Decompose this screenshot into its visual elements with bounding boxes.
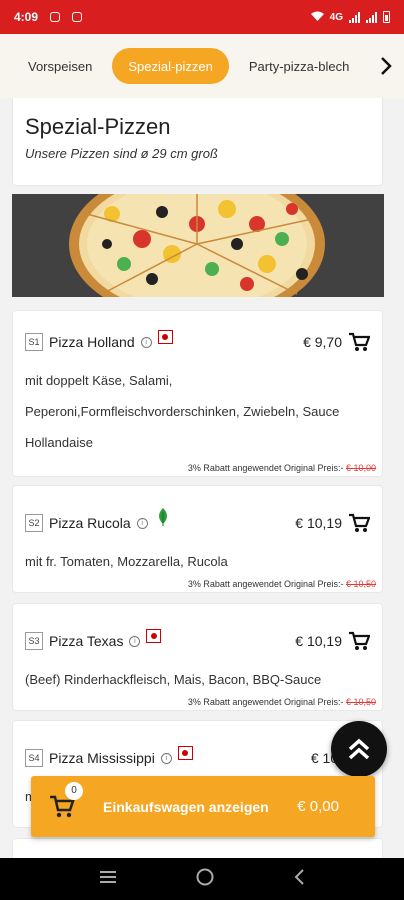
item-price: € 10,19	[295, 633, 342, 649]
cart-count-badge: 0	[65, 781, 83, 800]
section-header: Spezial-Pizzen Unsere Pizzen sind ø 29 c…	[12, 98, 383, 186]
item-number: S1	[25, 333, 43, 351]
cart-total: € 0,00	[297, 798, 339, 815]
discount-text: 3% Rabatt angewendet Original Preis:-	[187, 579, 346, 589]
discount-note: 3% Rabatt angewendet Original Preis:- € …	[188, 579, 376, 589]
home-nav-icon[interactable]	[195, 867, 215, 892]
menu-item-pizza-rucola[interactable]: S2 Pizza Rucola i € 10,19 mit fr. Tomate…	[12, 485, 383, 593]
meat-icon	[157, 330, 173, 344]
description-line: Hollandaise	[25, 435, 93, 450]
info-icon[interactable]: i	[140, 336, 152, 348]
item-description: mit doppelt Käse, Salami, Peperoni,Formf…	[25, 365, 370, 458]
cart-label: Einkaufswagen anzeigen	[103, 798, 269, 815]
category-tabs: Vorspeisen Spezial-pizzen Party-pizza-bl…	[0, 34, 404, 98]
discount-text: 3% Rabatt angewendet Original Preis:-	[187, 697, 346, 707]
tab-spezial-pizzen[interactable]: Spezial-pizzen	[112, 48, 229, 84]
view-cart-button[interactable]: 0 Einkaufswagen anzeigen € 0,00	[31, 776, 375, 837]
scroll-to-top-button[interactable]	[331, 721, 387, 777]
app-notification-icon	[72, 12, 83, 22]
item-name: Pizza Holland	[49, 334, 135, 350]
notification-icon	[50, 12, 61, 22]
pizza-banner-image	[12, 194, 384, 297]
menu-item-pizza-holland[interactable]: S1 Pizza Holland i € 9,70 mit doppelt Kä…	[12, 310, 383, 477]
menu-item-pizza-texas[interactable]: S3 Pizza Texas i € 10,19 (Beef) Rinderha…	[12, 603, 383, 711]
cart-icon	[349, 513, 370, 532]
description-line: Peperoni,Formfleischvorderschinken, Zwie…	[25, 404, 340, 419]
discount-text: 3% Rabatt angewendet Original Preis:-	[187, 463, 346, 473]
discount-note: 3% Rabatt angewendet Original Preis:- € …	[188, 697, 376, 707]
cart-icon-container: 0	[47, 781, 83, 822]
menu-nav-icon[interactable]	[98, 869, 118, 890]
item-name: Pizza Rucola	[49, 515, 131, 531]
item-price: € 10,19	[295, 515, 342, 531]
wifi-icon	[310, 11, 324, 24]
description-line: (Beef) Rinderhackfleisch, Mais, Bacon, B…	[25, 672, 322, 687]
original-price: € 10,50	[345, 579, 376, 589]
chevron-right-icon	[381, 57, 392, 75]
meat-icon	[177, 746, 193, 760]
status-time: 4:09	[14, 10, 39, 24]
cart-icon	[349, 631, 370, 650]
double-chevron-up-icon	[348, 738, 370, 760]
add-to-cart-button[interactable]	[348, 512, 370, 534]
tab-vorspeisen[interactable]: Vorspeisen	[12, 48, 108, 84]
vegetarian-leaf-icon	[156, 507, 170, 531]
tab-party-pizza-blech[interactable]: Party-pizza-blech	[233, 48, 365, 84]
section-subtitle: Unsere Pizzen sind ø 29 cm groß	[25, 146, 218, 161]
item-number: S4	[25, 749, 43, 767]
add-to-cart-button[interactable]	[348, 331, 370, 353]
item-number: S3	[25, 632, 43, 650]
item-description: mit fr. Tomaten, Mozzarella, Rucola	[25, 546, 370, 577]
original-price: € 10,50	[345, 697, 376, 707]
item-description: (Beef) Rinderhackfleisch, Mais, Bacon, B…	[25, 664, 370, 695]
system-navigation-bar	[0, 858, 404, 900]
item-name: Pizza Mississippi	[49, 750, 155, 766]
description-line: mit doppelt Käse, Salami,	[25, 373, 173, 388]
item-number: S2	[25, 514, 43, 532]
original-price: € 10,00	[345, 463, 376, 473]
network-type: 4G	[329, 11, 343, 23]
status-bar: 4:09 4G	[0, 0, 404, 34]
description-line: mit fr. Tomaten, Mozzarella, Rucola	[25, 554, 228, 569]
info-icon[interactable]: i	[160, 752, 172, 764]
back-nav-icon[interactable]	[292, 867, 306, 892]
info-icon[interactable]: i	[136, 517, 148, 529]
menu-item-next[interactable]	[12, 838, 383, 858]
info-icon[interactable]: i	[129, 635, 141, 647]
section-title: Spezial-Pizzen	[25, 114, 171, 139]
meat-icon	[146, 629, 162, 643]
signal-icon	[349, 11, 360, 23]
cart-icon	[349, 332, 370, 351]
add-to-cart-button[interactable]	[348, 630, 370, 652]
item-price: € 9,70	[303, 334, 342, 350]
discount-note: 3% Rabatt angewendet Original Preis:- € …	[188, 463, 376, 473]
battery-icon	[383, 11, 390, 23]
tabs-scroll-right-button[interactable]	[368, 48, 404, 84]
signal-2-icon	[366, 11, 377, 23]
item-name: Pizza Texas	[49, 633, 124, 649]
